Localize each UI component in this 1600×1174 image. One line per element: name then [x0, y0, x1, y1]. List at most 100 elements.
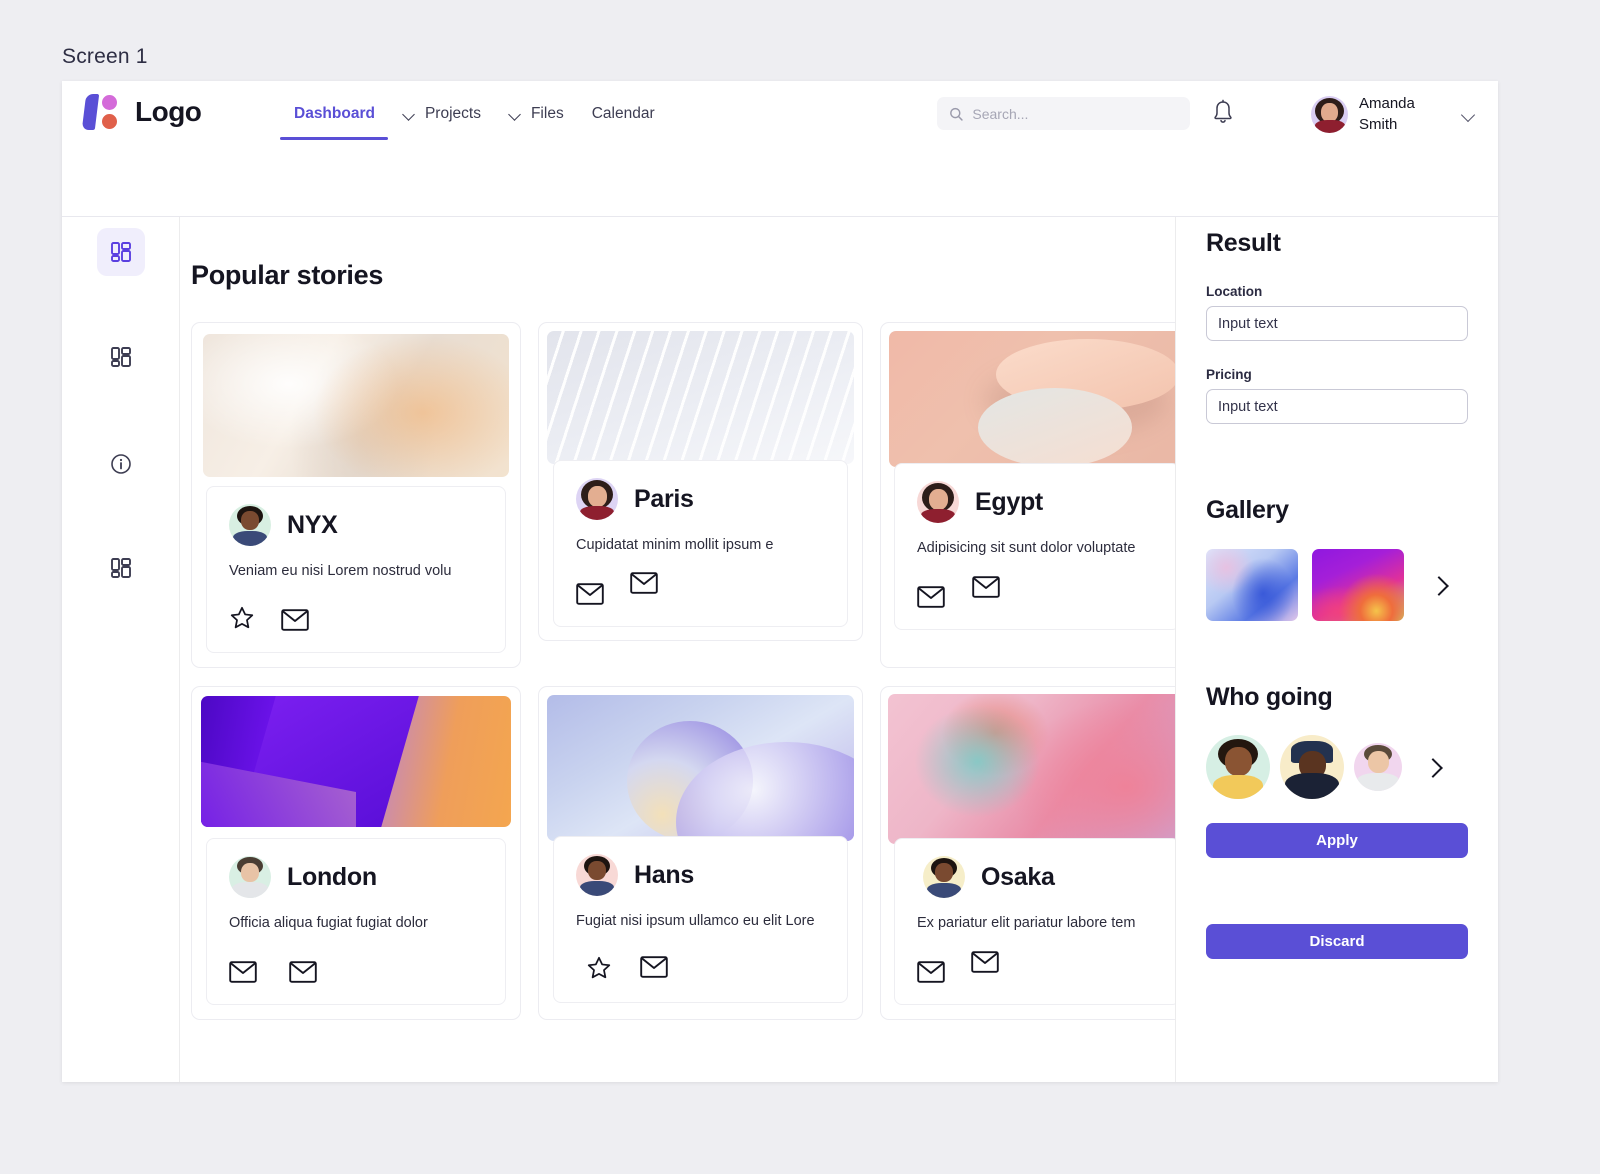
search-box[interactable]: [937, 97, 1190, 130]
gallery-thumbnail[interactable]: [1312, 549, 1404, 621]
star-icon[interactable]: [229, 605, 255, 631]
story-cover-image: [888, 694, 1175, 844]
avatar: [576, 854, 618, 896]
story-panel: Hans Fugiat nisi ipsum ullamco eu elit L…: [553, 836, 848, 1003]
pricing-label: Pricing: [1206, 367, 1252, 382]
sidebar-item-info[interactable]: [97, 440, 145, 488]
sidebar-item-fourth[interactable]: [97, 544, 145, 592]
location-field: Location: [1206, 284, 1468, 341]
avatar[interactable]: [1206, 735, 1270, 799]
story-description: Fugiat nisi ipsum ullamco eu elit Lore: [576, 913, 815, 929]
user-menu[interactable]: Amanda Smith: [1311, 93, 1476, 135]
details-panel: Result Location Pricing Gallery Who goin…: [1176, 217, 1498, 1082]
envelope-icon[interactable]: [289, 961, 317, 983]
user-name: Amanda Smith: [1359, 95, 1415, 133]
story-cover-image: [547, 331, 854, 464]
envelope-icon[interactable]: [971, 951, 999, 973]
story-cover-image: [889, 331, 1175, 467]
story-title: Osaka: [981, 862, 1055, 891]
story-description: Adipisicing sit sunt dolor voluptate: [917, 540, 1136, 556]
location-input[interactable]: [1206, 306, 1468, 341]
top-bar: Logo Dashboard Projects Files Calendar S…: [62, 81, 1498, 217]
story-description: Cupidatat minim mollit ipsum e: [576, 537, 774, 553]
envelope-icon[interactable]: [972, 576, 1000, 598]
nav-item-calendar[interactable]: Calendar: [578, 101, 669, 127]
story-description: Veniam eu nisi Lorem nostrud volu: [229, 563, 452, 579]
story-cover-image: [203, 334, 509, 477]
story-panel: Egypt Adipisicing sit sunt dolor volupta…: [894, 463, 1175, 630]
discard-button[interactable]: Discard: [1206, 924, 1468, 959]
envelope-icon[interactable]: [917, 586, 945, 608]
pricing-field: Pricing: [1206, 367, 1468, 424]
envelope-icon[interactable]: [917, 961, 945, 983]
dashboard-grid-icon: [110, 558, 131, 578]
brand-logo[interactable]: Logo: [81, 94, 202, 130]
pricing-input[interactable]: [1206, 389, 1468, 424]
chevron-right-icon[interactable]: [1430, 577, 1446, 593]
chevron-right-icon[interactable]: [1424, 759, 1440, 775]
envelope-icon[interactable]: [640, 956, 668, 978]
story-description: Ex pariatur elit pariatur labore tem: [917, 915, 1136, 931]
gallery-thumbnail[interactable]: [1206, 549, 1298, 621]
story-panel: Paris Cupidatat minim mollit ipsum e: [553, 460, 848, 627]
logo-icon: [81, 94, 124, 130]
story-cover-image: [201, 696, 511, 827]
info-circle-icon: [110, 454, 131, 474]
story-card[interactable]: London Officia aliqua fugiat fugiat dolo…: [191, 686, 521, 1020]
dashboard-grid-icon: [110, 347, 131, 367]
app-body: Popular stories NYX Veniam eu nisi Lorem…: [62, 217, 1498, 1082]
chevron-down-icon: [403, 110, 416, 118]
story-panel: Osaka Ex pariatur elit pariatur labore t…: [894, 838, 1175, 1005]
attendees-list: [1206, 735, 1468, 799]
dashboard-grid-icon: [110, 242, 131, 262]
avatar: [229, 856, 271, 898]
stories-grid: NYX Veniam eu nisi Lorem nostrud volu Pa…: [191, 322, 1175, 1020]
nav-item-projects[interactable]: Projects: [389, 101, 495, 127]
app-window: Logo Dashboard Projects Files Calendar S…: [62, 81, 1498, 1082]
story-title: Hans: [634, 860, 694, 889]
nav-item-label: Projects: [424, 105, 481, 122]
gallery-title: Gallery: [1206, 496, 1289, 524]
story-card[interactable]: Osaka Ex pariatur elit pariatur labore t…: [880, 686, 1175, 1020]
envelope-icon[interactable]: [630, 572, 658, 594]
story-title: Egypt: [975, 487, 1043, 516]
story-cover-image: [547, 695, 854, 841]
chevron-down-icon[interactable]: [1462, 110, 1476, 119]
avatar: [923, 856, 965, 898]
screen-label: Screen 1: [62, 45, 148, 68]
result-title: Result: [1206, 229, 1281, 257]
nav-item-dashboard[interactable]: Dashboard: [280, 101, 389, 140]
avatar: [576, 478, 618, 520]
story-title: London: [287, 862, 377, 891]
active-tab-indicator: [280, 137, 388, 140]
avatar: [917, 481, 959, 523]
avatar: [1311, 95, 1348, 133]
story-card[interactable]: Hans Fugiat nisi ipsum ullamco eu elit L…: [538, 686, 863, 1020]
nav-item-label: Dashboard: [294, 105, 375, 122]
chevron-down-icon: [509, 110, 522, 118]
envelope-icon[interactable]: [229, 961, 257, 983]
search-icon: [950, 107, 963, 121]
who-going-title: Who going: [1206, 683, 1333, 711]
bell-icon[interactable]: [1210, 98, 1236, 128]
story-panel: NYX Veniam eu nisi Lorem nostrud volu: [206, 486, 506, 653]
location-label: Location: [1206, 284, 1263, 299]
story-title: Paris: [634, 484, 694, 513]
star-icon[interactable]: [586, 955, 612, 981]
story-card[interactable]: Paris Cupidatat minim mollit ipsum e: [538, 322, 863, 641]
story-card[interactable]: Egypt Adipisicing sit sunt dolor volupta…: [880, 322, 1175, 668]
page-title: Popular stories: [191, 260, 384, 290]
envelope-icon[interactable]: [281, 609, 309, 631]
sidebar-item-second[interactable]: [97, 333, 145, 381]
nav-item-label: Calendar: [591, 105, 655, 122]
search-input[interactable]: [972, 105, 1178, 122]
apply-button[interactable]: Apply: [1206, 823, 1468, 858]
gallery-list: [1206, 549, 1468, 621]
story-card[interactable]: NYX Veniam eu nisi Lorem nostrud volu: [191, 322, 521, 668]
nav-item-label: Files: [530, 105, 564, 122]
envelope-icon[interactable]: [576, 583, 604, 605]
sidebar-item-dashboard[interactable]: [96, 228, 145, 276]
avatar[interactable]: [1280, 735, 1344, 799]
nav-item-files[interactable]: Files: [495, 101, 578, 127]
avatar[interactable]: [1354, 743, 1402, 791]
